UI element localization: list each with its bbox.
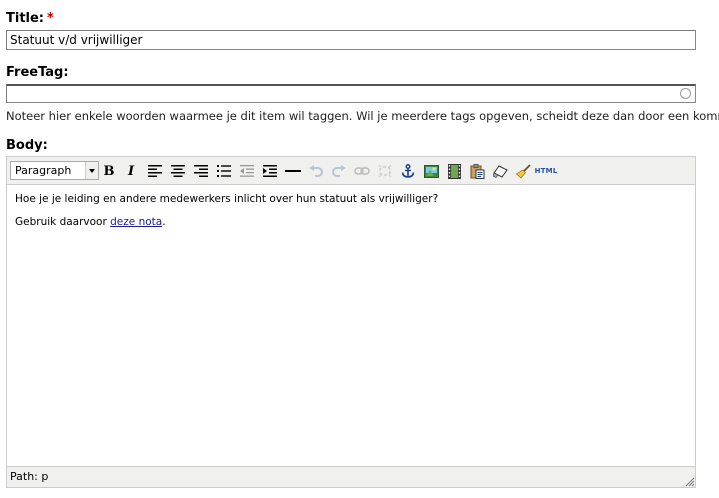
- broom-icon: [515, 163, 531, 179]
- horizontal-rule-icon: [285, 170, 301, 172]
- paste-word-button[interactable]: [467, 161, 487, 181]
- freetag-input-wrapper: [6, 84, 696, 103]
- redo-button[interactable]: [329, 161, 349, 181]
- remove-format-button[interactable]: [490, 161, 510, 181]
- format-select-value: Paragraph: [15, 164, 72, 177]
- bold-button[interactable]: B: [99, 161, 119, 181]
- italic-button[interactable]: I: [121, 161, 141, 181]
- chevron-down-icon: [85, 162, 98, 179]
- align-left-icon: [148, 165, 162, 177]
- body-paragraph-1: Hoe je je leiding en andere medewerkers …: [15, 193, 439, 205]
- body-label: Body:: [6, 138, 48, 153]
- body-paragraph-2-prefix: Gebruik daarvoor: [15, 216, 111, 228]
- image-icon: [423, 164, 439, 178]
- body-paragraph-2: Gebruik daarvoor deze nota.: [15, 216, 687, 229]
- anchor-icon: [401, 164, 415, 178]
- freetag-description: Noteer hier enkele woorden waarmee je di…: [6, 109, 719, 123]
- required-mark: *: [47, 11, 54, 26]
- cleanup-button[interactable]: [513, 161, 533, 181]
- image-button[interactable]: [421, 161, 441, 181]
- editor-content-area[interactable]: Hoe je je leiding en andere medewerkers …: [7, 185, 695, 466]
- link-button[interactable]: [352, 161, 372, 181]
- autocomplete-throbber-icon: [680, 88, 691, 99]
- redo-icon: [332, 165, 346, 177]
- element-path: Path: p: [10, 470, 49, 483]
- indent-icon: [263, 165, 277, 177]
- media-button[interactable]: [444, 161, 464, 181]
- horizontal-rule-button[interactable]: [283, 161, 303, 181]
- editor-statusbar: Path: p: [7, 466, 695, 487]
- link-icon: [354, 167, 370, 175]
- editor-toolbar: Paragraph B I HTML: [7, 157, 695, 185]
- bullet-list-icon: [217, 165, 231, 177]
- anchor-button[interactable]: [398, 161, 418, 181]
- outdent-icon: [240, 165, 254, 177]
- unlink-button[interactable]: [375, 161, 395, 181]
- deze-nota-link[interactable]: deze nota: [110, 216, 162, 228]
- undo-button[interactable]: [306, 161, 326, 181]
- unlink-icon: [378, 164, 392, 178]
- paste-icon: [470, 163, 484, 179]
- title-input[interactable]: [6, 30, 696, 50]
- undo-icon: [309, 165, 323, 177]
- bullet-list-button[interactable]: [214, 161, 234, 181]
- outdent-button[interactable]: [237, 161, 257, 181]
- title-label-text: Title:: [6, 11, 45, 26]
- align-left-button[interactable]: [145, 161, 165, 181]
- italic-icon: I: [127, 163, 135, 179]
- resize-handle-icon[interactable]: [684, 476, 695, 487]
- align-right-icon: [194, 165, 208, 177]
- align-center-button[interactable]: [168, 161, 188, 181]
- bold-icon: B: [103, 163, 115, 179]
- align-center-icon: [171, 165, 185, 177]
- indent-button[interactable]: [260, 161, 280, 181]
- title-label: Title: *: [6, 11, 54, 27]
- align-right-button[interactable]: [191, 161, 211, 181]
- freetag-input[interactable]: [6, 84, 696, 103]
- format-select[interactable]: Paragraph: [10, 161, 99, 180]
- html-source-icon: HTML: [534, 167, 558, 175]
- eraser-icon: [492, 164, 508, 178]
- html-source-button[interactable]: HTML: [534, 161, 558, 181]
- body-paragraph-2-suffix: .: [162, 216, 166, 228]
- freetag-label: FreeTag:: [6, 65, 69, 80]
- rich-text-editor: Paragraph B I HTML Hoe je je leiding en …: [6, 156, 696, 488]
- film-icon: [447, 163, 461, 179]
